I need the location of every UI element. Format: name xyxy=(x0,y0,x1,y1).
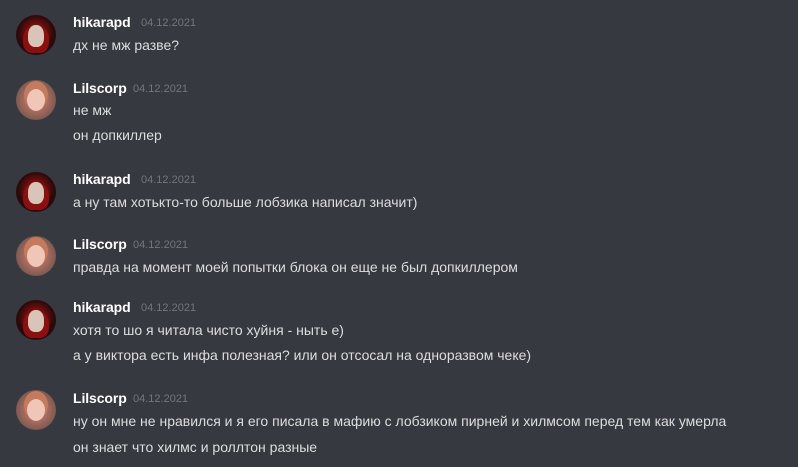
timestamp: 04.12.2021 xyxy=(141,174,197,186)
message-text: не мж xyxy=(73,102,112,118)
avatar[interactable] xyxy=(16,300,56,340)
username[interactable]: Lilscorp xyxy=(73,79,127,97)
message-text: дх не мж разве? xyxy=(73,37,180,53)
username[interactable]: hikarapd xyxy=(73,13,131,31)
avatar[interactable] xyxy=(16,15,56,55)
timestamp: 04.12.2021 xyxy=(133,83,189,95)
avatar[interactable] xyxy=(16,236,56,276)
avatar[interactable] xyxy=(16,390,56,430)
message-text: он знает что хилмс и роллтон разные xyxy=(73,439,318,455)
avatar[interactable] xyxy=(16,80,56,120)
avatar[interactable] xyxy=(16,172,56,212)
username[interactable]: hikarapd xyxy=(73,170,131,188)
message-text: ну он мне не нравился и я его писала в м… xyxy=(73,413,727,429)
timestamp: 04.12.2021 xyxy=(141,17,197,29)
timestamp: 04.12.2021 xyxy=(141,302,197,314)
timestamp: 04.12.2021 xyxy=(133,239,189,251)
username[interactable]: hikarapd xyxy=(73,298,131,316)
message-text: а у виктора есть инфа полезная? или он о… xyxy=(73,347,532,363)
username[interactable]: Lilscorp xyxy=(73,389,127,407)
message-text: а ну там хотькто-то больше лобзика напис… xyxy=(73,194,418,210)
username[interactable]: Lilscorp xyxy=(73,235,127,253)
message-text: правда на момент моей попытки блока он е… xyxy=(73,259,518,275)
timestamp: 04.12.2021 xyxy=(133,393,189,405)
message-text: хотя то шо я читала чисто хуйня - ныть е… xyxy=(73,322,344,338)
message-text: он допкиллер xyxy=(73,127,162,143)
